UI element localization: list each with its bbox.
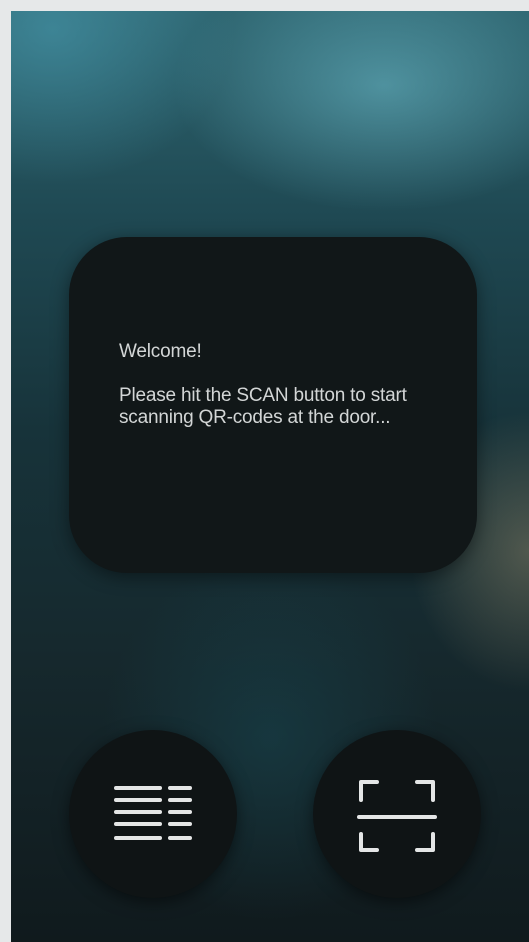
menu-button[interactable] <box>69 730 237 898</box>
instructions-text: Please hit the SCAN button to start scan… <box>119 385 407 428</box>
scan-button[interactable] <box>313 730 481 898</box>
message-card: Welcome! Please hit the SCAN button to s… <box>69 237 477 573</box>
welcome-text: Welcome! <box>119 341 202 362</box>
app-screen: Welcome! Please hit the SCAN button to s… <box>11 11 529 942</box>
list-menu-icon <box>114 786 192 840</box>
qr-scan-icon <box>357 780 437 852</box>
